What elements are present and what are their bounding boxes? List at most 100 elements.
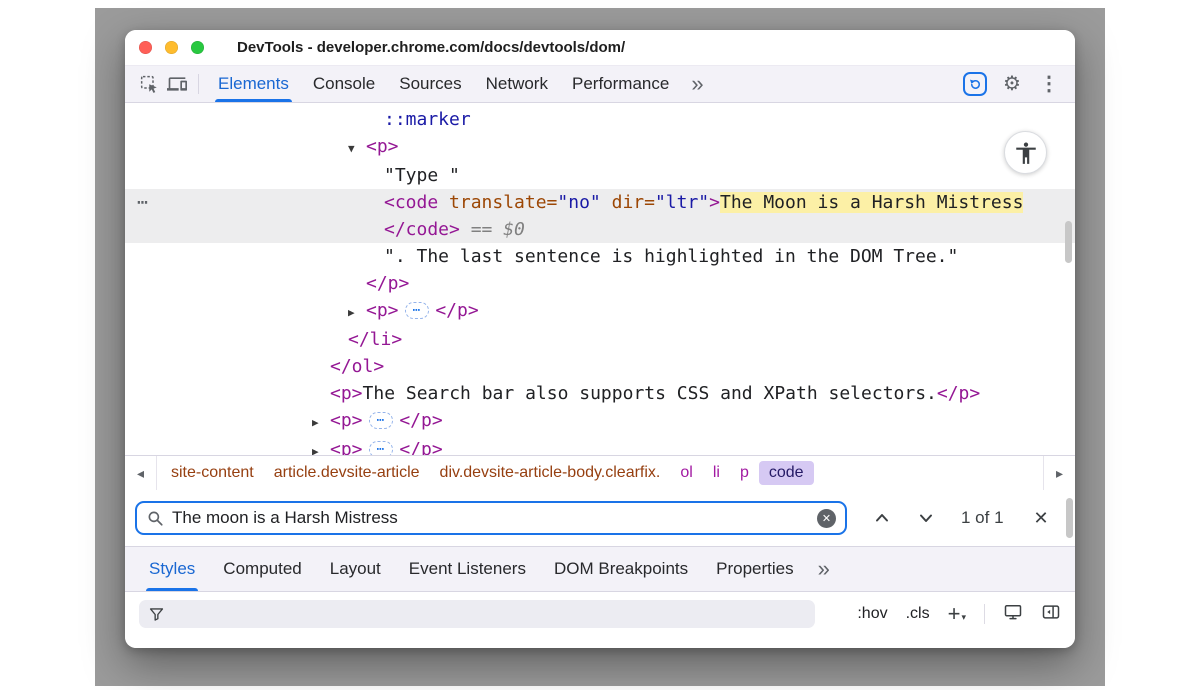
dom-tree-node[interactable]: </ol>	[125, 353, 1075, 380]
tab-performance[interactable]: Performance	[560, 66, 681, 102]
collapsed-children-icon[interactable]: ⋯	[369, 441, 394, 455]
search-results-count: 1 of 1	[961, 508, 1004, 528]
inspect-element-button[interactable]	[135, 70, 163, 98]
styles-toolbar-divider	[984, 604, 985, 624]
previous-match-button[interactable]	[873, 509, 891, 527]
crumb-article-devsite-article[interactable]: article.devsite-article	[264, 461, 430, 485]
zoom-window-button[interactable]	[191, 41, 204, 54]
dom-segment-tag: <p>	[366, 136, 399, 157]
device-toolbar-button[interactable]	[163, 70, 191, 98]
tab-computed[interactable]: Computed	[209, 547, 315, 591]
tab-properties[interactable]: Properties	[702, 547, 807, 591]
sidebar-panel-icon	[1041, 602, 1061, 622]
settings-gear-icon: ⚙	[1003, 74, 1021, 94]
close-search-button[interactable]: ✕	[1034, 508, 1049, 529]
minimize-window-button[interactable]	[165, 41, 178, 54]
dom-search-input[interactable]	[172, 508, 817, 528]
dom-segment-tag: </li>	[348, 329, 402, 350]
search-bar: ✕ 1 of 1 ✕	[125, 490, 1075, 546]
dom-tree-node[interactable]: </p>	[125, 270, 1075, 297]
new-style-rule-button[interactable]: + ▾	[948, 605, 966, 623]
chevron-left-icon: ◂	[137, 465, 144, 482]
rendering-emulations-button[interactable]	[1003, 602, 1023, 627]
dom-segment-pseudo: ::marker	[384, 109, 471, 130]
dom-tree-node[interactable]: ⋯<code translate="no" dir="ltr">The Moon…	[125, 189, 1075, 216]
dom-segment-value: "no"	[557, 192, 600, 213]
refresh-devtools-button[interactable]	[961, 70, 989, 98]
devtools-toolbar: ElementsConsoleSourcesNetworkPerformance…	[125, 66, 1075, 103]
toggle-element-classes-button[interactable]: .cls	[906, 605, 930, 623]
panel-scrollbar-thumb[interactable]	[1066, 498, 1073, 538]
dom-tree-node[interactable]: <p>The Search bar also supports CSS and …	[125, 380, 1075, 407]
styles-tabs: StylesComputedLayoutEvent ListenersDOM B…	[135, 547, 808, 591]
collapsed-children-icon[interactable]: ⋯	[405, 302, 430, 319]
style-filter-input[interactable]	[139, 600, 815, 628]
close-window-button[interactable]	[139, 41, 152, 54]
dom-tree-node[interactable]: </li>	[125, 326, 1075, 353]
window-bottom-filler	[125, 636, 1075, 648]
titlebar: DevTools - developer.chrome.com/docs/dev…	[125, 30, 1075, 66]
node-actions-ellipsis-icon[interactable]: ⋯	[137, 189, 149, 216]
styles-toolbar: :hov .cls + ▾	[125, 592, 1075, 636]
settings-button[interactable]: ⚙	[998, 70, 1026, 98]
crumb-site-content[interactable]: site-content	[161, 461, 264, 485]
crumb-p[interactable]: p	[730, 461, 759, 485]
window-title: DevTools - developer.chrome.com/docs/dev…	[237, 39, 625, 56]
crumb-li[interactable]: li	[703, 461, 730, 485]
crumb-ol[interactable]: ol	[670, 461, 702, 485]
crumb-div-devsite-article-body-clearfix[interactable]: div.devsite-article-body.clearfix.	[430, 461, 671, 485]
tab-console[interactable]: Console	[301, 66, 387, 102]
dom-segment-plain: ". The last sentence is highlighted in t…	[384, 246, 958, 267]
dom-tree-node[interactable]: </code> == $0	[125, 216, 1075, 243]
dom-scrollbar-thumb[interactable]	[1065, 221, 1072, 263]
tab-elements[interactable]: Elements	[206, 66, 301, 102]
toolbar-right-group: ⚙ ⋮	[961, 70, 1065, 98]
expand-arrow-closed-icon[interactable]: ▶	[348, 299, 366, 326]
panel-tabs: ElementsConsoleSourcesNetworkPerformance	[206, 66, 681, 102]
dom-tree-node[interactable]: ▶<p>⋯</p>	[125, 407, 1075, 436]
devtools-window: DevTools - developer.chrome.com/docs/dev…	[125, 30, 1075, 648]
dom-segment-plain: The Search bar also supports CSS and XPa…	[363, 383, 937, 404]
tab-styles[interactable]: Styles	[135, 547, 209, 591]
crumb-code[interactable]: code	[759, 461, 814, 485]
dom-segment-tag: <p>	[330, 439, 363, 455]
tab-layout[interactable]: Layout	[316, 547, 395, 591]
dom-tree-node[interactable]: "Type "	[125, 162, 1075, 189]
breadcrumb-bar: ◂ site-contentarticle.devsite-articlediv…	[125, 455, 1075, 490]
more-options-button[interactable]: ⋮	[1035, 70, 1063, 98]
breadcrumb: site-contentarticle.devsite-articlediv.d…	[157, 456, 818, 490]
accessibility-button[interactable]	[1004, 131, 1047, 174]
styles-tab-bar: StylesComputedLayoutEvent ListenersDOM B…	[125, 546, 1075, 592]
more-styles-tabs-button[interactable]: »	[808, 558, 840, 580]
collapsed-children-icon[interactable]: ⋯	[369, 412, 394, 429]
filter-funnel-icon	[147, 605, 166, 624]
dom-tree-node[interactable]: ▼<p>	[125, 133, 1075, 162]
toggle-sidebar-button[interactable]	[1041, 602, 1061, 627]
search-controls: 1 of 1 ✕	[873, 508, 1049, 529]
expand-arrow-closed-icon[interactable]: ▶	[312, 438, 330, 455]
toggle-hover-state-button[interactable]: :hov	[857, 605, 887, 623]
tab-event-listeners[interactable]: Event Listeners	[395, 547, 540, 591]
styles-toolbar-controls: :hov .cls + ▾	[857, 602, 1061, 627]
expand-arrow-open-icon[interactable]: ▼	[348, 135, 366, 162]
next-match-button[interactable]	[917, 509, 935, 527]
breadcrumb-scroll-right-button[interactable]: ▸	[1043, 456, 1075, 490]
tab-network[interactable]: Network	[474, 66, 560, 102]
chevron-right-icon: ▸	[1056, 465, 1063, 482]
more-panels-button[interactable]: »	[681, 73, 713, 95]
expand-arrow-closed-icon[interactable]: ▶	[312, 409, 330, 436]
breadcrumb-scroll-left-button[interactable]: ◂	[125, 456, 157, 490]
dom-tree-node[interactable]: ▶<p>⋯</p>	[125, 297, 1075, 326]
search-icon	[146, 509, 164, 527]
tab-dom-breakpoints[interactable]: DOM Breakpoints	[540, 547, 702, 591]
dom-segment-tag: <code	[384, 192, 438, 213]
dom-segment-tag: </p>	[399, 410, 442, 431]
dom-tree-node[interactable]: ::marker	[125, 106, 1075, 133]
dom-segment-meta: == $0	[460, 219, 525, 240]
search-input-box[interactable]: ✕	[135, 501, 847, 535]
dom-segment-tag: </ol>	[330, 356, 384, 377]
tab-sources[interactable]: Sources	[387, 66, 473, 102]
dom-tree-node[interactable]: ". The last sentence is highlighted in t…	[125, 243, 1075, 270]
dom-tree-node[interactable]: ▶<p>⋯</p>	[125, 436, 1075, 455]
clear-search-button[interactable]: ✕	[817, 509, 836, 528]
